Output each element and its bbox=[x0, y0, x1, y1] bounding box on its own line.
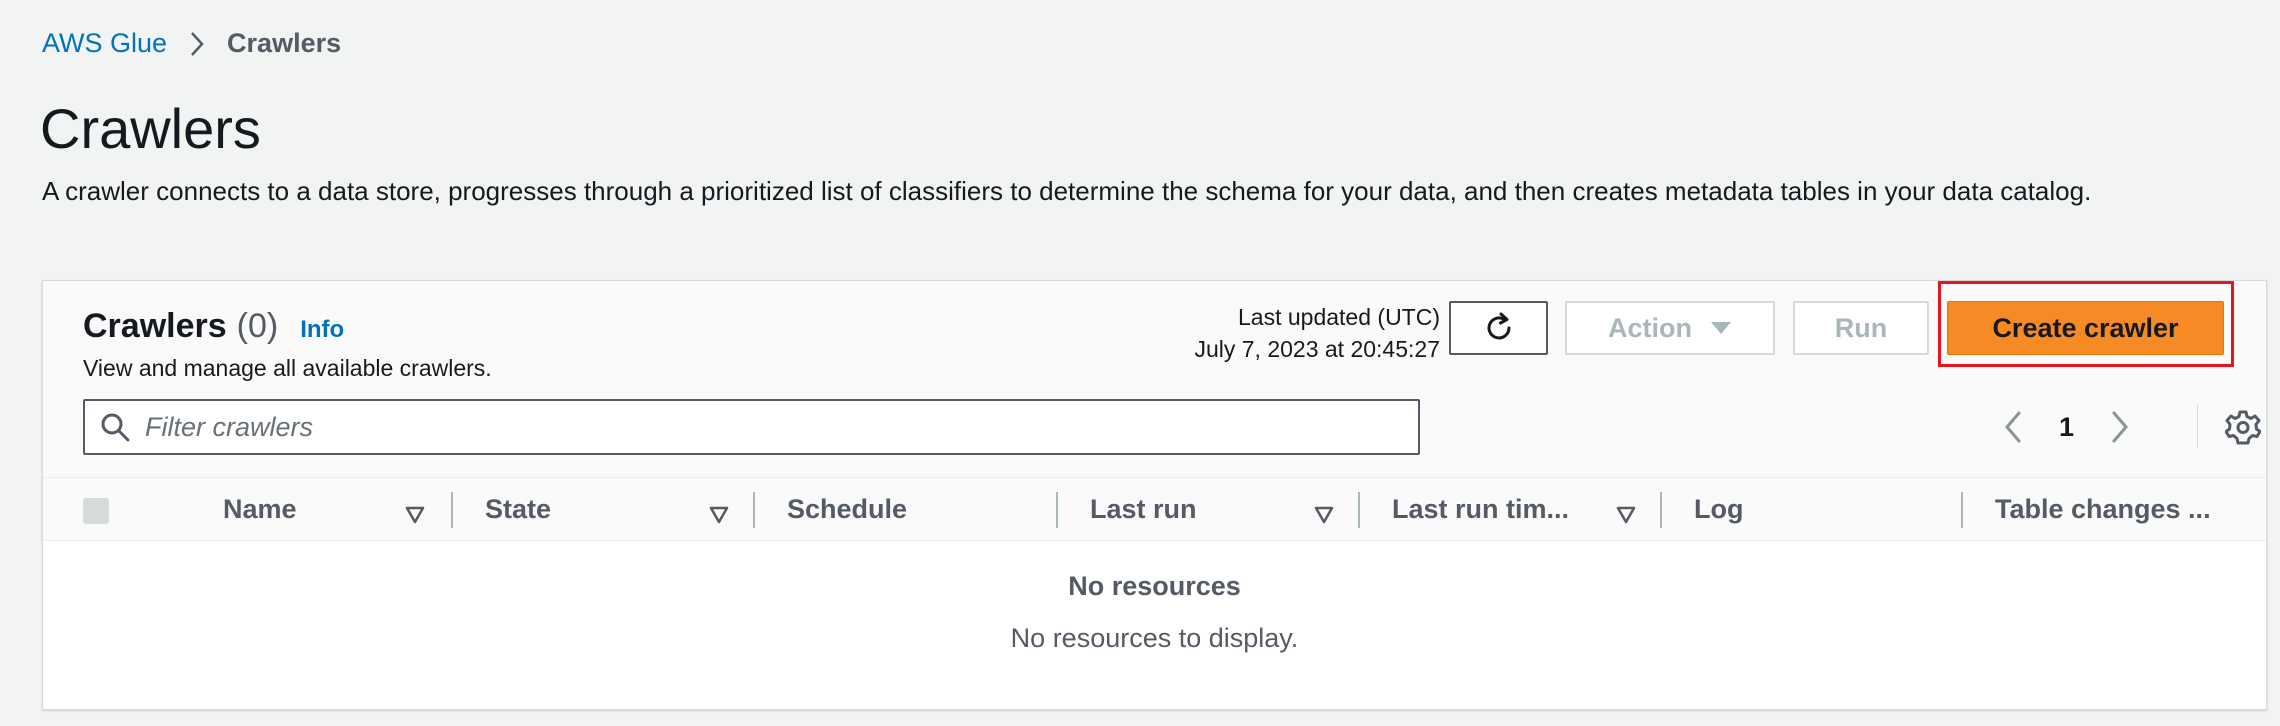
column-label: Last run tim... bbox=[1392, 493, 1570, 524]
column-label: State bbox=[485, 493, 552, 524]
breadcrumb-current: Crawlers bbox=[227, 28, 342, 58]
current-page-number[interactable]: 1 bbox=[2059, 412, 2074, 443]
refresh-icon bbox=[1482, 311, 1516, 345]
caret-down-icon bbox=[1710, 321, 1732, 335]
column-label: Table changes ... bbox=[1995, 493, 2211, 524]
column-header-log[interactable]: Log bbox=[1662, 478, 1962, 540]
column-header-table-changes[interactable]: Table changes ... bbox=[1963, 478, 2263, 540]
breadcrumb-aws-glue-link[interactable]: AWS Glue bbox=[42, 28, 167, 59]
empty-state-message: No resources to display. bbox=[1010, 623, 1299, 653]
gear-icon[interactable] bbox=[2225, 409, 2261, 445]
last-updated-label: Last updated (UTC) bbox=[1238, 304, 1440, 330]
sort-icon[interactable] bbox=[1314, 500, 1334, 531]
search-icon bbox=[99, 411, 131, 443]
panel-title: Crawlers (0) Info bbox=[83, 307, 344, 346]
column-header-schedule[interactable]: Schedule bbox=[755, 478, 1057, 540]
run-button[interactable]: Run bbox=[1793, 301, 1929, 355]
column-label: Name bbox=[223, 493, 297, 524]
page-title: Crawlers bbox=[40, 97, 261, 160]
column-label: Last run bbox=[1090, 493, 1197, 524]
sort-icon[interactable] bbox=[405, 500, 425, 531]
panel-title-text: Crawlers bbox=[83, 307, 227, 345]
pagination-divider bbox=[2197, 405, 2198, 449]
table-header: Name State Schedule Last run Last run ti… bbox=[43, 477, 2266, 541]
panel-header: Crawlers (0) Info View and manage all av… bbox=[43, 281, 2266, 477]
panel-subtitle: View and manage all available crawlers. bbox=[83, 355, 492, 381]
refresh-button[interactable] bbox=[1449, 301, 1548, 355]
select-all-checkbox[interactable] bbox=[83, 498, 109, 524]
action-dropdown-button[interactable]: Action bbox=[1565, 301, 1775, 355]
column-label: Schedule bbox=[787, 493, 908, 524]
sort-icon[interactable] bbox=[709, 500, 729, 531]
column-header-last-run-time[interactable]: Last run tim... bbox=[1360, 478, 1662, 540]
last-updated-value: July 7, 2023 at 20:45:27 bbox=[1194, 336, 1440, 362]
column-label: Log bbox=[1694, 493, 1744, 524]
create-crawler-button[interactable]: Create crawler bbox=[1947, 301, 2224, 355]
info-link[interactable]: Info bbox=[300, 316, 344, 344]
chevron-right-icon bbox=[189, 31, 205, 57]
column-header-state[interactable]: State bbox=[453, 478, 755, 540]
filter-crawlers-field[interactable] bbox=[83, 399, 1420, 455]
last-updated: Last updated (UTC) July 7, 2023 at 20:45… bbox=[1194, 301, 1440, 365]
column-header-last-run[interactable]: Last run bbox=[1058, 478, 1360, 540]
breadcrumb: AWS Glue Crawlers bbox=[42, 28, 341, 59]
pagination: 1 bbox=[1993, 401, 2140, 453]
filter-crawlers-input[interactable] bbox=[145, 411, 1345, 443]
empty-state-title: No resources bbox=[1068, 571, 1241, 601]
crawlers-panel: Crawlers (0) Info View and manage all av… bbox=[42, 280, 2267, 710]
action-label: Action bbox=[1608, 312, 1692, 343]
chevron-left-icon[interactable] bbox=[1993, 410, 2033, 444]
crawler-count: (0) bbox=[236, 307, 279, 345]
column-header-name[interactable]: Name bbox=[149, 478, 451, 540]
sort-icon[interactable] bbox=[1616, 500, 1636, 531]
page-description: A crawler connects to a data store, prog… bbox=[42, 176, 2092, 206]
chevron-right-icon[interactable] bbox=[2100, 410, 2140, 444]
